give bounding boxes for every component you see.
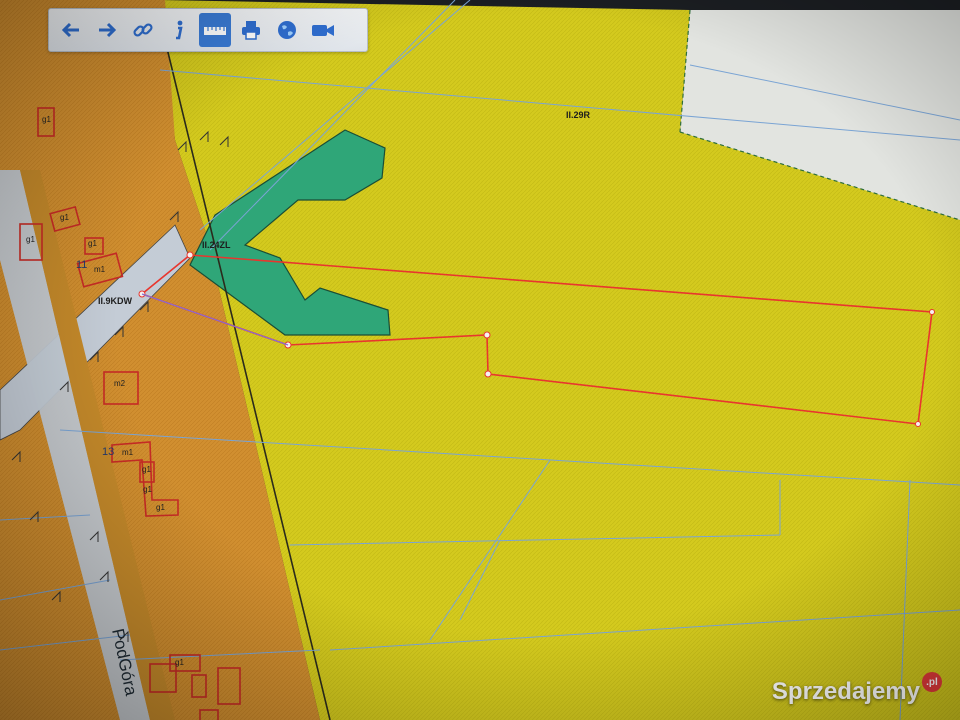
building-label: m2 xyxy=(114,379,126,388)
globe-button[interactable] xyxy=(271,13,303,47)
globe-icon xyxy=(278,21,296,39)
zone-label-road: II.9KDW xyxy=(98,296,133,306)
back-arrow-icon xyxy=(61,22,79,38)
section-number: 11 xyxy=(76,259,87,271)
section-number: 13 xyxy=(102,446,114,458)
zone-label-green: II.24ZL xyxy=(202,240,231,250)
info-button[interactable] xyxy=(163,13,195,47)
building-label: m1 xyxy=(122,448,134,457)
camera-icon xyxy=(312,25,334,36)
building-label: m1 xyxy=(94,265,106,274)
building-label: g1 xyxy=(156,503,165,512)
building-label: g1 xyxy=(175,658,184,667)
forward-arrow-icon xyxy=(99,22,117,38)
zone-label-agricultural: II.29R xyxy=(566,110,591,120)
measure-ruler-icon xyxy=(204,27,226,35)
info-icon xyxy=(176,20,183,40)
camera-button[interactable] xyxy=(307,13,339,47)
measure-button[interactable] xyxy=(199,13,231,47)
building-label: g1 xyxy=(60,213,69,222)
forward-button[interactable] xyxy=(91,13,123,47)
map-viewport[interactable]: II.29R II.24ZL II.9KDW m1 m2 m1 g1 g1 g1… xyxy=(0,0,960,720)
building-label: g1 xyxy=(88,239,97,248)
building-label: g1 xyxy=(142,465,151,474)
print-icon xyxy=(242,21,260,40)
watermark-text: Sprzedajemy xyxy=(771,678,920,705)
building-label: g1 xyxy=(143,485,152,494)
building-label: g1 xyxy=(42,115,51,124)
print-button[interactable] xyxy=(235,13,267,47)
back-button[interactable] xyxy=(55,13,87,47)
link-icon xyxy=(133,23,153,37)
watermark-logo: Sprzedajemy .pl xyxy=(771,672,942,706)
zoning-map[interactable]: II.29R II.24ZL II.9KDW m1 m2 m1 g1 g1 g1… xyxy=(0,0,960,720)
building-label: g1 xyxy=(26,235,35,244)
link-button[interactable] xyxy=(127,13,159,47)
watermark-suffix: .pl xyxy=(922,672,942,692)
map-toolbar xyxy=(48,8,368,52)
